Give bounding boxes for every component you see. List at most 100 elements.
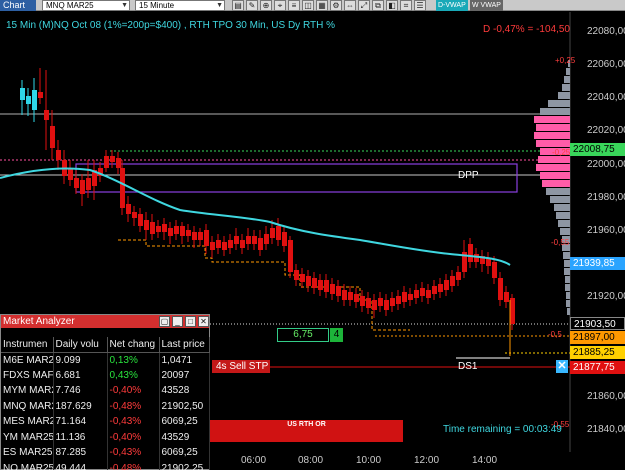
pin-icon[interactable]: ▢ (159, 316, 170, 327)
profile-bar (536, 124, 570, 131)
price-tag-orange: 21897,00 (570, 331, 625, 344)
toolbar-button[interactable]: ⤢ (358, 0, 370, 11)
candle-body (426, 290, 431, 298)
price-tick: 21860,00 (587, 391, 625, 402)
candle-body (276, 226, 281, 240)
profile-bar (558, 92, 570, 99)
toolbar-button[interactable]: ✎ (246, 0, 258, 11)
candle-body (378, 298, 383, 306)
column-header-volume[interactable]: Daily volu (53, 337, 108, 353)
ds1-label: DS1 (458, 361, 478, 372)
order-quantity-count[interactable]: 4 (330, 328, 343, 342)
candle-body (68, 168, 73, 180)
table-row[interactable]: YM MAR25 11.136 -0,40% 43529 (1, 429, 210, 445)
d-vwap-button[interactable]: D-VWAP (436, 0, 468, 11)
candle-body (384, 300, 389, 310)
profile-bar (558, 220, 570, 227)
toolbar-button[interactable]: ⚙ (330, 0, 342, 11)
toolbar-button[interactable]: ▤ (232, 0, 244, 11)
profile-bar (565, 284, 570, 291)
candle-body (150, 222, 155, 234)
chevron-down-icon: ▼ (216, 2, 223, 9)
interval-selector[interactable]: 15 Minute ▼ (135, 0, 225, 11)
price-tick: 21960,00 (587, 225, 625, 236)
price-tick: 21840,00 (587, 424, 625, 435)
candle-body (116, 158, 121, 168)
candle-body (44, 110, 49, 120)
column-header-change[interactable]: Net chang (107, 337, 160, 353)
candle-body (74, 178, 79, 188)
table-row[interactable]: MNQ MAR2 187.629 -0,48% 21902,50 (1, 398, 210, 414)
toolbar-button[interactable]: ≡ (288, 0, 300, 11)
candlestick-series (20, 68, 515, 330)
toolbar-button[interactable]: ▦ (316, 0, 328, 11)
toolbar-button[interactable]: ⌗ (400, 0, 412, 11)
candle-body (228, 240, 233, 248)
close-icon[interactable]: ✕ (556, 360, 568, 373)
table-row[interactable]: MYM MAR2 7.746 -0,40% 43528 (1, 383, 210, 399)
column-header-instrument[interactable]: Instrumen (1, 337, 54, 353)
candle-body (198, 232, 203, 240)
cell-volume: 11.136 (53, 429, 108, 445)
column-header-last[interactable]: Last price (159, 337, 210, 353)
candle-body (396, 296, 401, 304)
cell-change: -0,43% (107, 445, 160, 461)
market-analyzer-window: Market Analyzer ▢ _ □ ✕ Instrumen Daily … (0, 314, 210, 470)
interval-value: 15 Minute (139, 1, 175, 10)
price-tick: 21920,00 (587, 291, 625, 302)
profile-bar (534, 132, 570, 139)
profile-bar (546, 188, 570, 195)
toolbar-button[interactable]: ☰ (414, 0, 426, 11)
table-row[interactable]: FDXS MAF 6.681 0,43% 20097 (1, 367, 210, 383)
profile-bar (540, 108, 570, 115)
candle-body (294, 270, 299, 280)
volume-profile (534, 60, 570, 315)
close-icon[interactable]: ✕ (198, 316, 209, 327)
candle-body (474, 254, 479, 262)
cell-last-price: 43529 (159, 429, 210, 445)
maximize-icon[interactable]: □ (185, 316, 196, 327)
price-tag-stop: 21877,75 (570, 361, 625, 374)
sell-stop-order[interactable]: 4s Sell STP (212, 360, 270, 373)
price-tick: 22000,00 (587, 159, 625, 170)
profile-bar (566, 292, 570, 299)
table-row[interactable]: M6E MAR2 9.099 0,13% 1,0471 (1, 352, 210, 368)
candle-body (408, 294, 413, 300)
cell-instrument: ES MAR25 (1, 445, 54, 461)
market-analyzer-title: Market Analyzer (3, 316, 75, 327)
order-quantity-price[interactable]: 6,75 (277, 328, 329, 342)
cell-instrument: MNQ MAR2 (1, 398, 54, 414)
instrument-selector[interactable]: MNQ MAR25 ▼ (42, 0, 130, 11)
profile-bar (550, 196, 570, 203)
toolbar-button[interactable]: ⌖ (274, 0, 286, 11)
candle-body (56, 150, 61, 160)
cell-change: -0,48% (107, 398, 160, 414)
minimize-icon[interactable]: _ (172, 316, 183, 327)
toolbar-button[interactable]: ◫ (302, 0, 314, 11)
candle-body (318, 280, 323, 290)
us-rth-or-bar: US RTH OR (210, 420, 403, 442)
profile-bar (548, 100, 570, 107)
candle-body (504, 292, 509, 302)
w-vwap-button[interactable]: W VWAP (470, 0, 503, 11)
cell-change: 0,43% (107, 367, 160, 383)
toolbar-button[interactable]: ⇔ (344, 0, 356, 11)
table-row[interactable]: MES MAR2 71.164 -0,43% 6069,25 (1, 414, 210, 430)
market-analyzer-titlebar[interactable]: Market Analyzer ▢ _ □ ✕ (1, 315, 209, 328)
toolbar-button[interactable]: ◧ (386, 0, 398, 11)
toolbar-button[interactable]: ⧉ (372, 0, 384, 11)
toolbar-button[interactable]: ⊕ (260, 0, 272, 11)
candle-body (216, 240, 221, 248)
profile-bar (554, 204, 570, 211)
chart-tab[interactable]: Chart (0, 0, 36, 11)
profile-bar (566, 68, 570, 75)
table-row[interactable]: NQ MAR25 49.444 -0,48% 21902,25 (1, 460, 210, 470)
profile-bar (534, 116, 570, 123)
table-row[interactable]: ES MAR25 87.285 -0,43% 6069,25 (1, 445, 210, 461)
candle-body (414, 290, 419, 298)
candle-body (252, 236, 257, 244)
profile-bar (540, 172, 570, 179)
cell-volume: 6.681 (53, 367, 108, 383)
profile-bar (538, 156, 570, 163)
price-tag-current: 21939,85 (570, 257, 625, 270)
